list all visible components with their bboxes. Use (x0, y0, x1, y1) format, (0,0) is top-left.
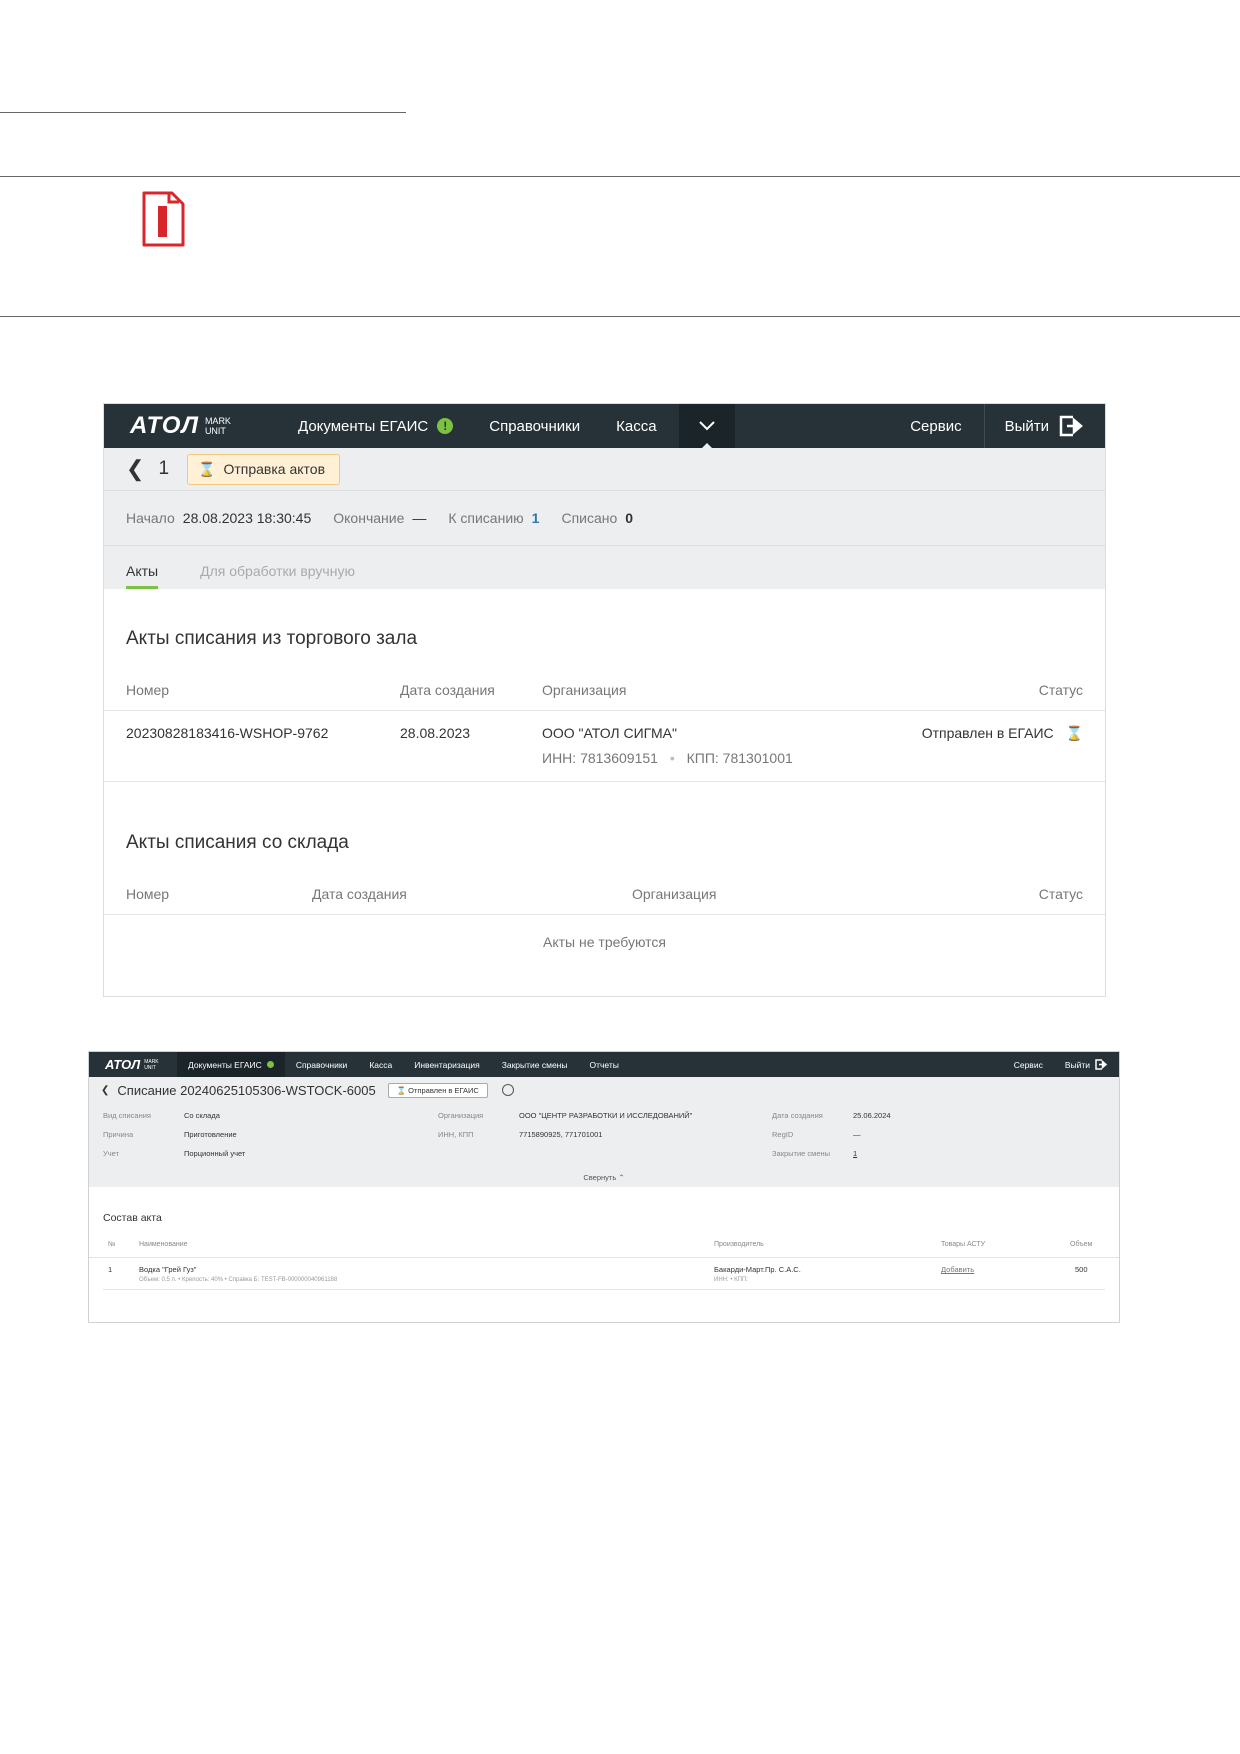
hourglass-icon: ⌛ (1065, 725, 1083, 741)
table-row[interactable]: 20230828183416-WSHOP-9762 28.08.2023 ООО… (104, 711, 1105, 782)
tab-acts[interactable]: Акты (126, 563, 159, 589)
info-bar: Начало 28.08.2023 18:30:45 Окончание — К… (104, 491, 1105, 546)
top-nav: ATOЛ MARK UNIT Документы ЕГАИС ! Справочн… (104, 404, 1105, 449)
section-title-stock: Акты списания со склада (126, 832, 349, 853)
nav-inventory[interactable]: Инвентаризация (403, 1052, 491, 1077)
table-row[interactable]: 1 Водка "Грей Гуз" Объем: 0.5 л. • Крепо… (103, 1257, 1105, 1290)
history-icon[interactable] (501, 1084, 514, 1096)
nav-references[interactable]: Справочники (285, 1052, 359, 1077)
nav-references[interactable]: Справочники (471, 404, 598, 448)
empty-message: Акты не требуются (543, 934, 666, 950)
table-header: Номер Дата создания Организация Статус (104, 670, 1105, 711)
atol-logo[interactable]: ATOЛ MARK UNIT (104, 412, 280, 440)
to-write-count: 1 (531, 510, 540, 526)
screenshot-write-off-detail: ATOЛ MARK UNIT Документы ЕГАИС Справочник… (89, 1052, 1119, 1322)
end-value: — (412, 510, 427, 526)
nav-documents[interactable]: Документы ЕГАИС ! (280, 404, 471, 448)
logout-icon (1095, 1059, 1108, 1070)
written-count: 0 (625, 510, 634, 526)
status-badge: ⌛ Отправка актов (187, 453, 341, 485)
hourglass-icon: ⌛ (396, 1085, 407, 1095)
composition-title: Состав акта (103, 1212, 162, 1224)
logout-button[interactable]: Выйти (985, 404, 1105, 448)
alert-badge: ! (437, 418, 454, 434)
collapse-button[interactable]: Свернуть ⌃ (89, 1173, 1119, 1187)
top-nav: ATOЛ MARK UNIT Документы ЕГАИС Справочник… (89, 1052, 1119, 1077)
logout-button[interactable]: Выйти (1054, 1052, 1119, 1077)
nav-service[interactable]: Сервис (888, 404, 983, 448)
nav-documents[interactable]: Документы ЕГАИС (177, 1052, 285, 1077)
section-rule-bottom (0, 316, 1240, 317)
add-astu-link: Добавить (941, 1265, 975, 1274)
back-chevron-icon[interactable]: ❮ (126, 456, 144, 482)
back-chevron-icon[interactable]: ❮ (101, 1085, 109, 1096)
nav-service[interactable]: Сервис (1003, 1052, 1054, 1077)
atol-logo[interactable]: ATOЛ MARK UNIT (89, 1057, 177, 1072)
title-bar: ❮ 1 ⌛ Отправка актов (104, 448, 1105, 491)
chevron-down-icon (698, 421, 715, 431)
tab-manual[interactable]: Для обработки вручную (200, 563, 355, 589)
section-title-shop: Акты списания из торгового зала (126, 628, 418, 649)
section-rule-top (0, 176, 1240, 177)
hourglass-icon: ⌛ (198, 460, 216, 477)
start-value: 28.08.2023 18:30:45 (182, 510, 312, 526)
details-grid: Вид списания Со склада Причина Приготовл… (103, 1111, 891, 1158)
title-bar: ❮ Списание 20240625105306-WSTOCK-6005 ⌛ … (89, 1077, 1119, 1103)
chevron-up-icon: ⌃ (618, 1173, 625, 1182)
nav-kassa[interactable]: Касса (358, 1052, 403, 1077)
tabs: Акты Для обработки вручную (104, 546, 1105, 589)
document-icon (140, 190, 186, 253)
top-rule (0, 112, 406, 113)
logout-icon (1059, 415, 1083, 437)
screenshot-acts-sending: ATOЛ MARK UNIT Документы ЕГАИС ! Справочн… (104, 404, 1105, 996)
table-header: Номер Дата создания Организация Статус (104, 874, 1105, 915)
nav-shift-close[interactable]: Закрытие смены (491, 1052, 579, 1077)
page-title: Списание 20240625105306-WSTOCK-6005 (117, 1082, 376, 1098)
status-button[interactable]: ⌛ Отправлен в ЕГАИС (387, 1082, 488, 1098)
nav-kassa[interactable]: Касса (598, 404, 674, 448)
nav-more-button[interactable] (678, 404, 735, 449)
nav-reports[interactable]: Отчеты (579, 1052, 630, 1077)
document-number: 1 (158, 458, 170, 479)
composition-header: № Наименование Производитель Товары АСТУ… (89, 1237, 1119, 1258)
